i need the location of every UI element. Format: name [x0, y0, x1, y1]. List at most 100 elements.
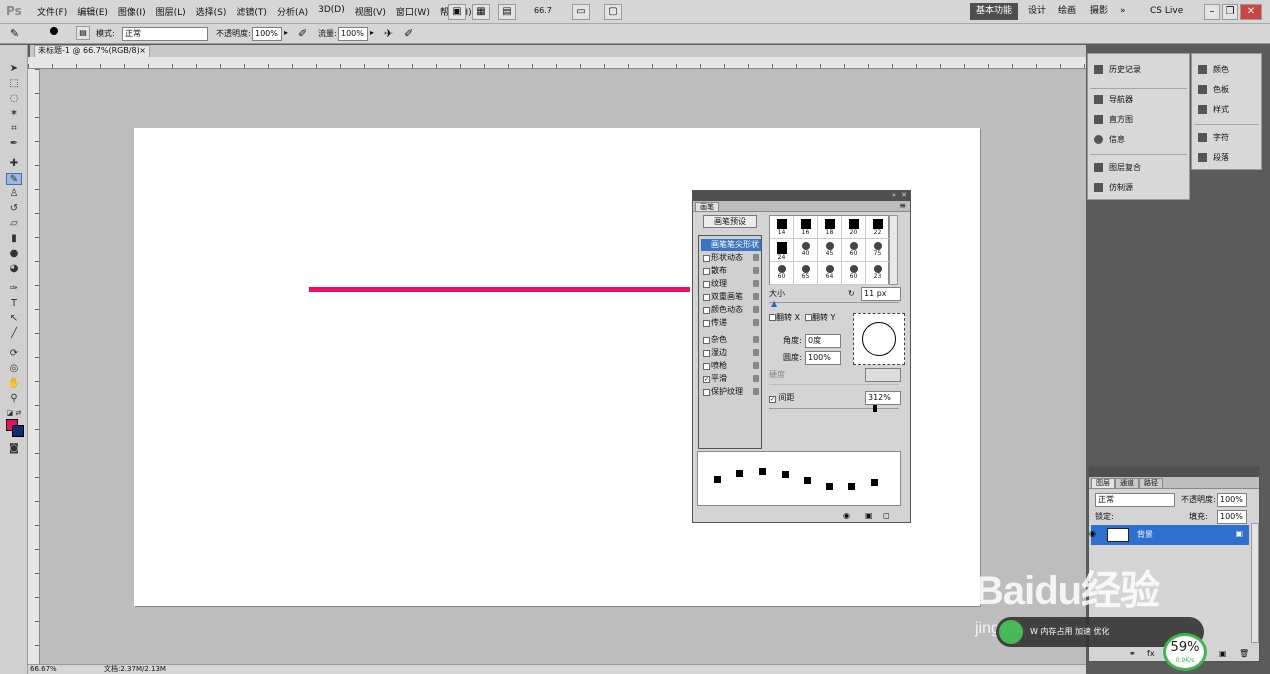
- clone-stamp-tool-icon[interactable]: ♙: [6, 188, 22, 200]
- dock-info[interactable]: 信息: [1094, 132, 1125, 148]
- dock-histogram[interactable]: 直方图: [1094, 112, 1133, 128]
- brush-tool-icon[interactable]: ✎: [6, 173, 22, 185]
- workspace-essentials[interactable]: 基本功能: [970, 3, 1019, 20]
- brush-panel-titlebar[interactable]: » ✕: [693, 191, 910, 201]
- workspace-more[interactable]: »: [1114, 3, 1132, 20]
- zoom-level[interactable]: 66.7: [534, 6, 552, 15]
- option-noise[interactable]: 杂色: [701, 334, 761, 346]
- menu-layer[interactable]: 图层(L): [151, 5, 191, 18]
- checkbox[interactable]: [703, 389, 710, 396]
- menu-filter[interactable]: 滤镜(T): [231, 5, 272, 18]
- menu-window[interactable]: 窗口(W): [391, 5, 435, 18]
- menu-image[interactable]: 图像(I): [113, 5, 151, 18]
- option-shape-dynamics[interactable]: 形状动态: [701, 252, 761, 264]
- lock-icon[interactable]: [753, 319, 759, 326]
- flow-slider-arrow-icon[interactable]: ▸: [370, 28, 374, 37]
- type-tool-icon[interactable]: T: [6, 298, 22, 310]
- checkbox[interactable]: [703, 307, 710, 314]
- checkbox-checked[interactable]: ✓: [769, 396, 776, 403]
- size-slider-thumb[interactable]: ▲: [771, 299, 777, 309]
- healing-brush-tool-icon[interactable]: ✚: [6, 158, 22, 170]
- brush-tip[interactable]: 23: [866, 262, 890, 285]
- eyedropper-tool-icon[interactable]: ✒: [6, 138, 22, 150]
- history-brush-tool-icon[interactable]: ↺: [6, 203, 22, 215]
- reset-size-icon[interactable]: ↻: [848, 289, 855, 299]
- mode-select[interactable]: 正常: [122, 27, 208, 41]
- eye-icon[interactable]: ◉: [1089, 529, 1099, 539]
- flip-y-checkbox[interactable]: 翻转 Y: [805, 313, 835, 323]
- option-dual-brush[interactable]: 双重画笔: [701, 291, 761, 303]
- dock-styles[interactable]: 样式: [1198, 102, 1229, 118]
- lasso-tool-icon[interactable]: ◌: [6, 93, 22, 105]
- brush-tip[interactable]: 65: [794, 262, 818, 285]
- crop-tool-icon[interactable]: ⌗: [6, 123, 22, 135]
- toggle-preview-icon[interactable]: ◉: [843, 511, 850, 521]
- checkbox[interactable]: [703, 363, 710, 370]
- workspace-design[interactable]: 设计: [1022, 3, 1052, 20]
- brush-tip[interactable]: 60: [842, 239, 866, 262]
- dock-color[interactable]: 颜色: [1198, 62, 1229, 78]
- status-zoom[interactable]: 66.67%: [30, 665, 57, 674]
- dock-layer-comps[interactable]: 图层复合: [1094, 160, 1141, 176]
- brush-tip[interactable]: 22: [866, 216, 890, 239]
- new-layer-icon[interactable]: ▣: [1219, 649, 1227, 659]
- create-brush-icon[interactable]: ◻: [883, 511, 890, 521]
- brush-tool-icon[interactable]: ✎: [10, 27, 19, 40]
- workspace-painting[interactable]: 绘画: [1052, 3, 1082, 20]
- default-colors-icon[interactable]: ◪ ⇄: [6, 407, 22, 419]
- flow-input[interactable]: 100%: [338, 27, 368, 41]
- checkbox[interactable]: [703, 320, 710, 327]
- tab-brush[interactable]: 画笔: [695, 202, 719, 212]
- option-airbrush[interactable]: 喷枪: [701, 360, 761, 372]
- brush-picker-icon[interactable]: [50, 27, 58, 35]
- dock-history[interactable]: 历史记录: [1094, 62, 1141, 78]
- dock-paragraph[interactable]: 段落: [1198, 150, 1229, 166]
- eraser-tool-icon[interactable]: ▱: [6, 218, 22, 230]
- tab-paths[interactable]: 路径: [1139, 478, 1163, 489]
- option-protect-texture[interactable]: 保护纹理: [701, 386, 761, 398]
- layers-panel-titlebar[interactable]: [1089, 467, 1259, 477]
- pressure-size-icon[interactable]: ✐: [404, 27, 413, 40]
- flip-x-checkbox[interactable]: 翻转 X: [769, 313, 800, 323]
- option-brush-tip-shape[interactable]: 画笔笔尖形状: [701, 239, 761, 251]
- extras-icon[interactable]: ▤: [498, 4, 516, 20]
- screen-mode-icon[interactable]: ▢: [604, 4, 622, 20]
- panel-menu-icon[interactable]: ≡: [899, 201, 906, 210]
- spacing-slider-thumb[interactable]: [873, 405, 877, 412]
- lock-icon[interactable]: [753, 336, 759, 343]
- workspace-photography[interactable]: 摄影: [1084, 3, 1114, 20]
- checkbox[interactable]: [703, 281, 710, 288]
- new-preset-icon[interactable]: ▣: [865, 511, 873, 521]
- mini-bridge-icon[interactable]: ▦: [472, 4, 490, 20]
- hand-tool-icon[interactable]: ✋: [6, 378, 22, 390]
- 3d-rotate-tool-icon[interactable]: ⟳: [6, 348, 22, 360]
- lock-icon[interactable]: [753, 388, 759, 395]
- close-panel-icon[interactable]: ✕: [901, 191, 907, 199]
- marquee-tool-icon[interactable]: ⬚: [6, 78, 22, 90]
- menu-analysis[interactable]: 分析(A): [272, 5, 313, 18]
- dock-swatches[interactable]: 色板: [1198, 82, 1229, 98]
- brush-tip[interactable]: 24: [770, 239, 794, 262]
- option-color-dynamics[interactable]: 颜色动态: [701, 304, 761, 316]
- arrange-documents-icon[interactable]: ▭: [572, 4, 590, 20]
- zoom-tool-icon[interactable]: ⚲: [6, 393, 22, 405]
- brush-tip[interactable]: 18: [818, 216, 842, 239]
- size-slider-track[interactable]: [769, 302, 899, 303]
- shape-tool-icon[interactable]: ╱: [6, 328, 22, 340]
- lock-icon[interactable]: [753, 293, 759, 300]
- path-select-tool-icon[interactable]: ↖: [6, 313, 22, 325]
- document-tab[interactable]: 未标题-1 @ 66.7%(RGB/8) ×: [34, 45, 150, 57]
- brush-tip[interactable]: 16: [794, 216, 818, 239]
- quick-mask-icon[interactable]: ◙: [6, 443, 22, 455]
- menu-file[interactable]: 文件(F): [32, 5, 72, 18]
- close-icon[interactable]: ✕: [1240, 4, 1262, 20]
- opacity-input[interactable]: 100%: [252, 27, 282, 41]
- checkbox[interactable]: [703, 268, 710, 275]
- dock-character[interactable]: 字符: [1198, 130, 1229, 146]
- checkbox[interactable]: [703, 350, 710, 357]
- option-scattering[interactable]: 散布: [701, 265, 761, 277]
- option-smoothing[interactable]: ✓ 平滑: [701, 373, 761, 385]
- tip-grid-scrollbar[interactable]: [889, 215, 898, 285]
- roundness-input[interactable]: 100%: [805, 351, 841, 365]
- lock-icon[interactable]: [753, 306, 759, 313]
